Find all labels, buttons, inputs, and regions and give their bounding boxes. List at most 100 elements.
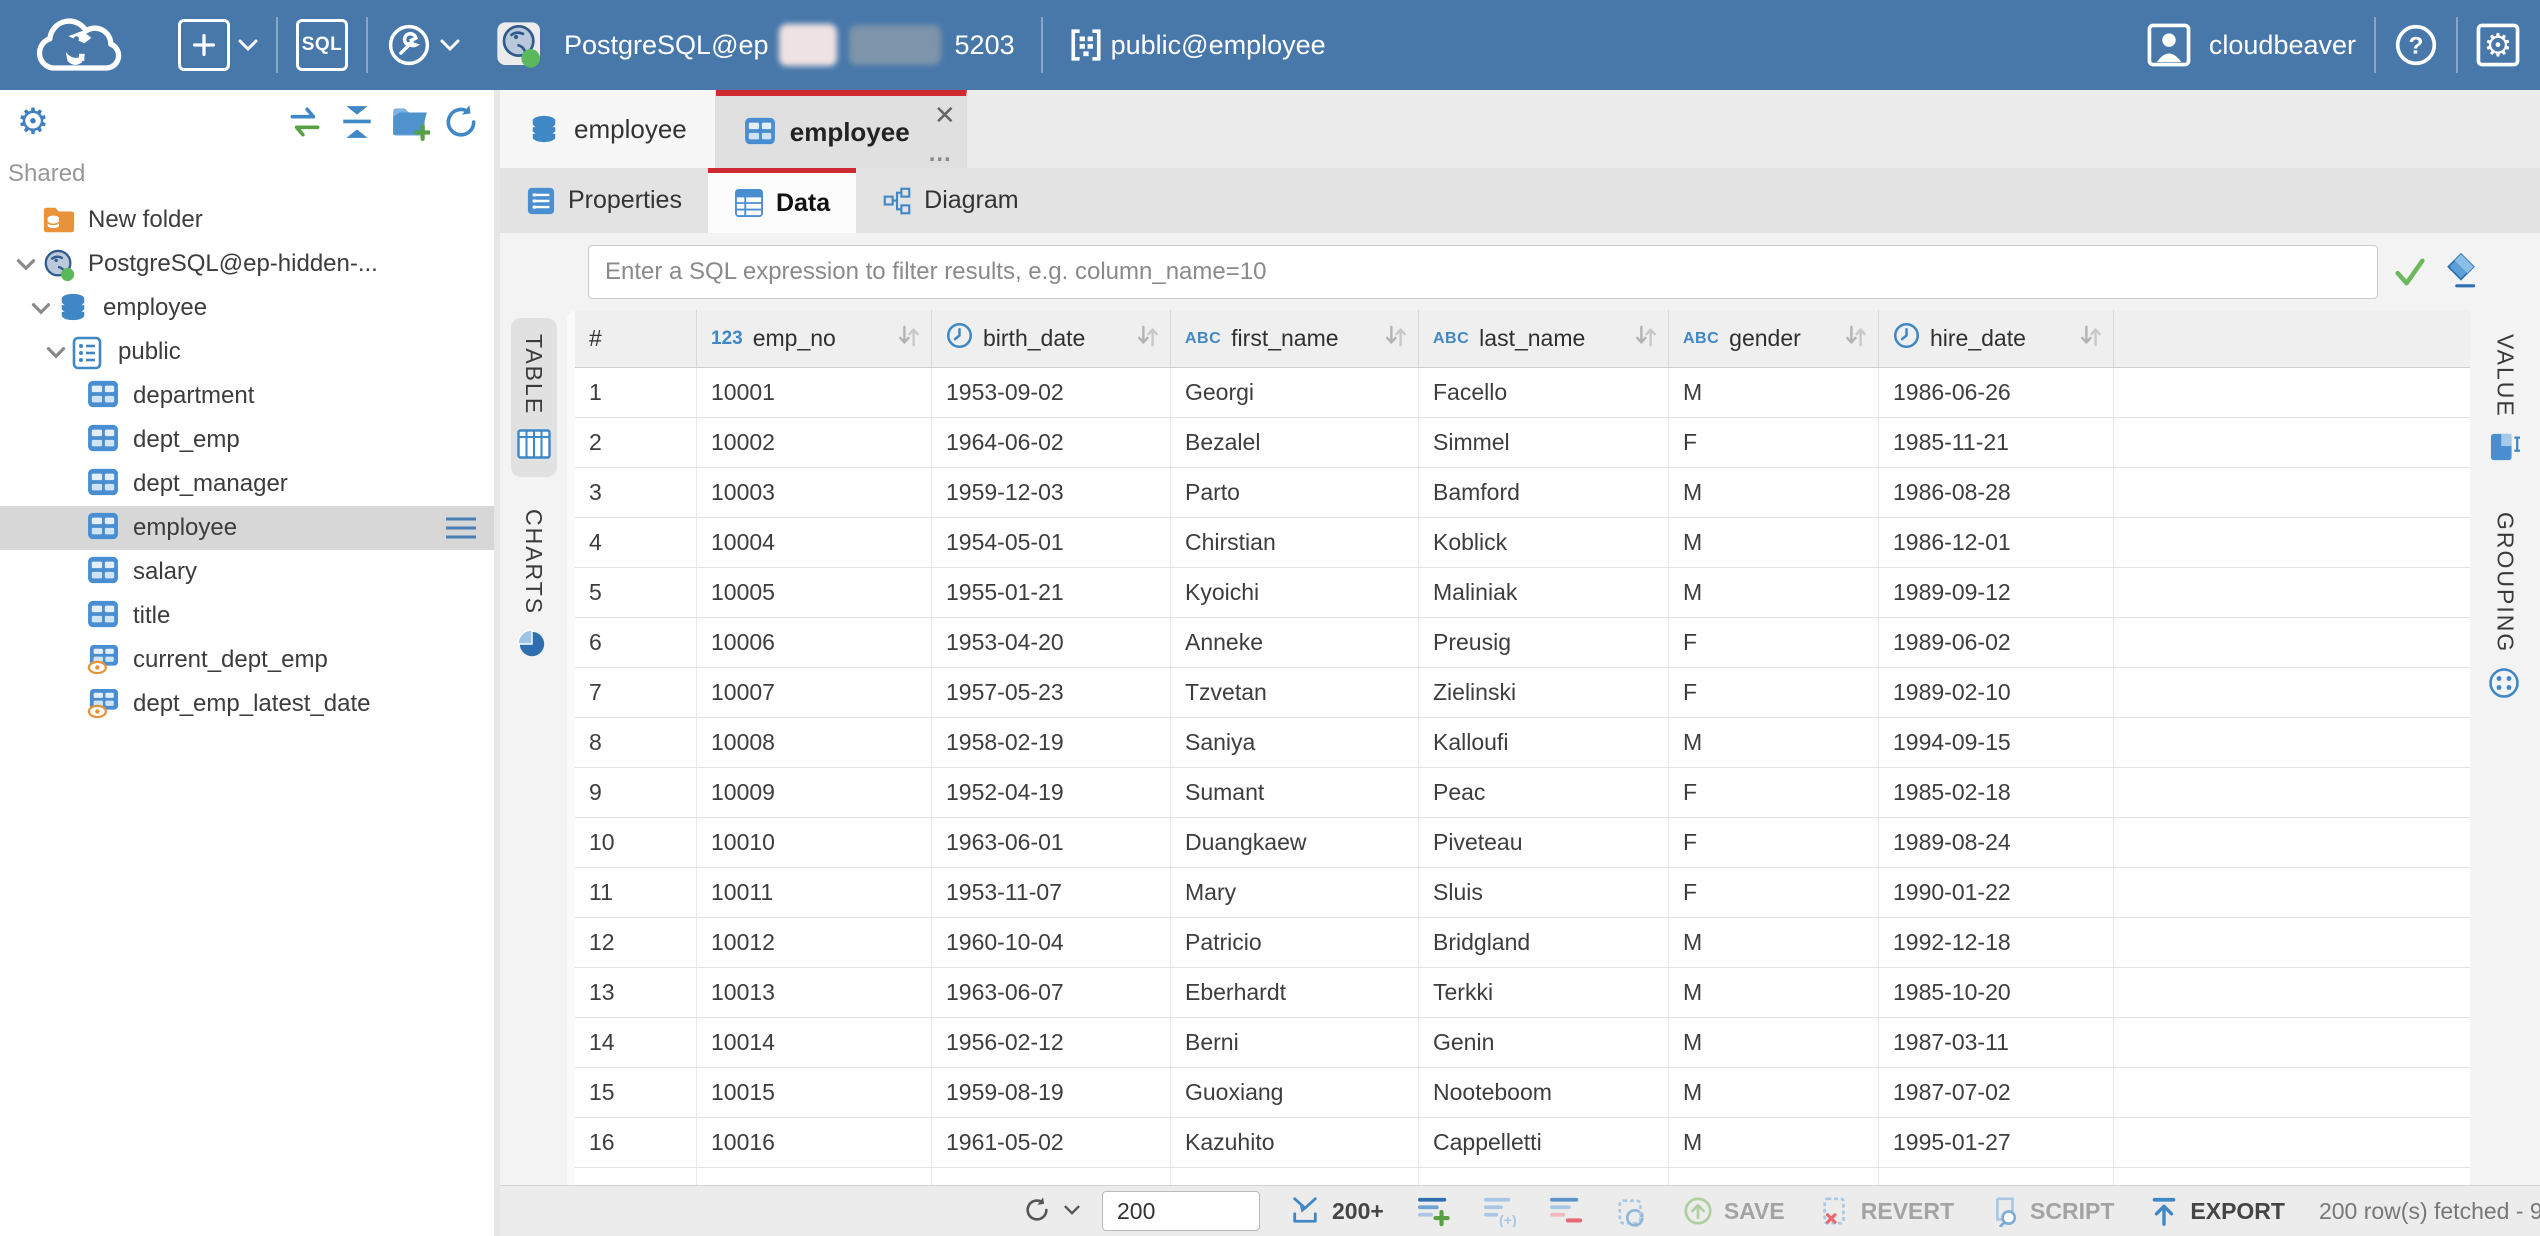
chevron-down-icon[interactable]	[238, 39, 258, 51]
table-row[interactable]: 3100031959-12-03PartoBamfordM1986-08-28	[575, 468, 2470, 518]
data-cell[interactable]: F	[1669, 768, 1879, 817]
column-header-hire_date[interactable]: hire_date	[1879, 310, 2114, 367]
data-cell[interactable]: 1953-09-02	[932, 368, 1171, 417]
data-cell[interactable]: 1989-06-02	[1879, 618, 2114, 667]
tree-item-dept-emp[interactable]: dept_emp	[0, 418, 494, 462]
table-row[interactable]: 6100061953-04-20AnnekePreusigF1989-06-02	[575, 618, 2470, 668]
revert-button[interactable]: REVERT	[1819, 1195, 1954, 1227]
data-cell[interactable]: Simmel	[1419, 418, 1669, 467]
table-row[interactable]: 7100071957-05-23TzvetanZielinskiF1989-02…	[575, 668, 2470, 718]
fetch-size-input[interactable]	[1102, 1191, 1260, 1231]
data-cell[interactable]: 10009	[697, 768, 932, 817]
sort-icon[interactable]	[1634, 324, 1658, 354]
chevron-expanded-icon[interactable]	[10, 252, 42, 276]
data-cell[interactable]: 1987-07-02	[1879, 1068, 2114, 1117]
data-cell[interactable]: M	[1669, 1118, 1879, 1167]
data-cell[interactable]: 1989-08-24	[1879, 818, 2114, 867]
data-cell[interactable]: 10014	[697, 1018, 932, 1067]
new-object-button[interactable]	[178, 19, 258, 71]
data-cell[interactable]: Parto	[1171, 468, 1419, 517]
sql-editor-button[interactable]: SQL	[296, 19, 348, 71]
add-row-button[interactable]	[1418, 1195, 1450, 1227]
more-icon[interactable]: …	[928, 142, 954, 166]
data-cell[interactable]: 1989-02-10	[1879, 668, 2114, 717]
data-cell[interactable]: Patricio	[1171, 918, 1419, 967]
data-cell[interactable]: 1960-10-04	[932, 918, 1171, 967]
data-cell[interactable]: Bamford	[1419, 468, 1669, 517]
data-cell[interactable]: 1954-05-01	[932, 518, 1171, 567]
table-row[interactable]: 8100081958-02-19SaniyaKalloufiM1994-09-1…	[575, 718, 2470, 768]
chevron-down-icon[interactable]	[440, 39, 460, 51]
data-cell[interactable]: 1992-12-18	[1879, 918, 2114, 967]
column-header-emp_no[interactable]: 123emp_no	[697, 310, 932, 367]
sidebar-settings-button[interactable]: ⚙	[14, 103, 52, 141]
tree-item-dept-manager[interactable]: dept_manager	[0, 462, 494, 506]
clear-filter-icon[interactable]	[2444, 252, 2480, 292]
refresh-result-button[interactable]	[1022, 1195, 1080, 1227]
new-folder-button[interactable]	[390, 103, 428, 141]
chevron-expanded-icon[interactable]	[25, 296, 57, 320]
data-cell[interactable]: Duangkaew	[1171, 818, 1419, 867]
duplicate-row-button[interactable]: (+)	[1484, 1195, 1516, 1227]
data-cell[interactable]: Piveteau	[1419, 818, 1669, 867]
sync-connection-button[interactable]	[286, 103, 324, 141]
data-cell[interactable]: 10008	[697, 718, 932, 767]
table-row[interactable]: 11100111953-11-07MarySluisF1990-01-22	[575, 868, 2470, 918]
tab-table-presentation[interactable]: TABLE	[511, 318, 557, 477]
data-cell[interactable]: 1961-05-02	[932, 1118, 1171, 1167]
data-cell[interactable]: 1985-11-21	[1879, 418, 2114, 467]
user-icon[interactable]	[2147, 23, 2191, 67]
data-cell[interactable]: 1955-01-21	[932, 568, 1171, 617]
refresh-icon[interactable]	[1022, 1195, 1054, 1227]
help-button[interactable]: ?	[2394, 23, 2438, 67]
tab-value-panel[interactable]: VALUE	[2482, 318, 2528, 480]
data-cell[interactable]: 10007	[697, 668, 932, 717]
sort-icon[interactable]	[1136, 324, 1160, 354]
data-cell[interactable]: 1963-06-01	[932, 818, 1171, 867]
data-cell[interactable]: Genin	[1419, 1018, 1669, 1067]
data-cell[interactable]: Maliniak	[1419, 568, 1669, 617]
tab-charts-presentation[interactable]: CHARTS	[511, 493, 557, 677]
table-row[interactable]: 16100161961-05-02KazuhitoCappellettiM199…	[575, 1118, 2470, 1168]
auto-refresh-button[interactable]	[1616, 1195, 1648, 1227]
column-header-birth_date[interactable]: birth_date	[932, 310, 1171, 367]
data-cell[interactable]: 10005	[697, 568, 932, 617]
data-cell[interactable]: 1995-01-27	[1879, 1118, 2114, 1167]
data-cell[interactable]: 10016	[697, 1118, 932, 1167]
data-cell[interactable]: 1953-11-07	[932, 868, 1171, 917]
column-header-rownum[interactable]: #	[575, 310, 697, 367]
data-cell[interactable]: Bridgland	[1419, 918, 1669, 967]
apply-filter-icon[interactable]	[2392, 254, 2428, 290]
tree-item-public[interactable]: public	[0, 330, 494, 374]
connection-selector[interactable]: PostgreSQL@ep 5203	[496, 21, 1015, 69]
tab-diagram[interactable]: Diagram	[856, 168, 1044, 233]
table-row[interactable]: 4100041954-05-01ChirstianKoblickM1986-12…	[575, 518, 2470, 568]
data-cell[interactable]: 1959-08-19	[932, 1068, 1171, 1117]
tree-item-employee[interactable]: employee	[0, 506, 494, 550]
data-cell[interactable]: Nooteboom	[1419, 1068, 1669, 1117]
table-row[interactable]: 13100131963-06-07EberhardtTerkkiM1985-10…	[575, 968, 2470, 1018]
data-cell[interactable]: F	[1669, 618, 1879, 667]
data-cell[interactable]: Cappelletti	[1419, 1118, 1669, 1167]
data-cell[interactable]: 1986-12-01	[1879, 518, 2114, 567]
tree-item-department[interactable]: department	[0, 374, 494, 418]
table-row[interactable]: 10100101963-06-01DuangkaewPiveteauF1989-…	[575, 818, 2470, 868]
tab-grouping-panel[interactable]: GROUPING	[2482, 496, 2528, 715]
schema-name[interactable]: public@employee	[1111, 30, 1326, 61]
data-cell[interactable]: 1959-12-03	[932, 468, 1171, 517]
data-cell[interactable]: 1986-08-28	[1879, 468, 2114, 517]
data-cell[interactable]: 1952-04-19	[932, 768, 1171, 817]
data-cell[interactable]: 10003	[697, 468, 932, 517]
data-cell[interactable]: 1986-06-26	[1879, 368, 2114, 417]
sort-icon[interactable]	[897, 324, 921, 354]
column-header-first_name[interactable]: ABCfirst_name	[1171, 310, 1419, 367]
data-cell[interactable]: M	[1669, 468, 1879, 517]
data-cell[interactable]: Chirstian	[1171, 518, 1419, 567]
table-row[interactable]: 5100051955-01-21KyoichiMaliniakM1989-09-…	[575, 568, 2470, 618]
tree-item-current-dept-emp[interactable]: current_dept_emp	[0, 638, 494, 682]
tree-item-salary[interactable]: salary	[0, 550, 494, 594]
data-cell[interactable]: 1957-05-23	[932, 668, 1171, 717]
tree-item-title[interactable]: title	[0, 594, 494, 638]
data-cell[interactable]: 1994-09-15	[1879, 718, 2114, 767]
table-row[interactable]: 12100121960-10-04PatricioBridglandM1992-…	[575, 918, 2470, 968]
